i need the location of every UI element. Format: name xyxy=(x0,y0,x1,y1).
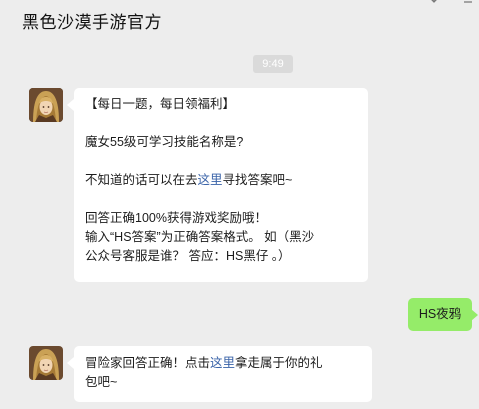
hint-text-after: 寻找答案吧~ xyxy=(222,173,293,187)
message-timestamp: 9:49 xyxy=(253,55,293,73)
chat-title: 黑色沙漠手游官方 xyxy=(22,13,162,32)
gift-link[interactable]: 这里 xyxy=(210,356,235,370)
more-icon[interactable] xyxy=(460,0,476,8)
chat-screen: 黑色沙漠手游官方 9:49 【每日一题，每日领福利】 魔女55级可学习技能名称是… xyxy=(0,0,479,409)
message-line-reward: 回答正确100%获得游戏奖励哦！ xyxy=(85,211,267,225)
message-bubble-user-answer[interactable]: HS夜鸦 xyxy=(408,298,472,331)
official-avatar[interactable] xyxy=(29,346,63,380)
hint-text-before: 不知道的话可以在去 xyxy=(85,173,198,187)
message-bubble-question[interactable]: 【每日一题，每日领福利】 魔女55级可学习技能名称是? 不知道的话可以在去这里寻… xyxy=(74,88,368,282)
message-line-format: 输入“HS答案”为正确答案格式。 如（黑沙 xyxy=(85,230,315,244)
answer-link[interactable]: 这里 xyxy=(198,173,223,187)
message-line-hint: 不知道的话可以在去这里寻找答案吧~ xyxy=(85,171,358,190)
settings-icon[interactable] xyxy=(426,0,442,8)
reward-line-2: 包吧~ xyxy=(85,375,118,389)
reward-line-1: 冒险家回答正确！点击这里拿走属于你的礼 xyxy=(85,354,362,373)
message-line-example: 公众号客服是谁？ 答应：HS黑仔 。） xyxy=(85,249,291,263)
official-avatar[interactable] xyxy=(29,88,63,122)
bubble-tail xyxy=(471,309,478,321)
reward-text-before: 冒险家回答正确！点击 xyxy=(85,356,211,370)
bubble-tail xyxy=(67,99,74,111)
chat-header: 黑色沙漠手游官方 xyxy=(0,0,479,42)
bubble-tail xyxy=(67,357,74,369)
reward-text-after: 拿走属于你的礼 xyxy=(235,356,323,370)
message-line-heading: 【每日一题，每日领福利】 xyxy=(85,97,236,111)
message-line-question: 魔女55级可学习技能名称是? xyxy=(85,135,244,149)
message-bubble-reward[interactable]: 冒险家回答正确！点击这里拿走属于你的礼 包吧~ xyxy=(74,346,372,402)
